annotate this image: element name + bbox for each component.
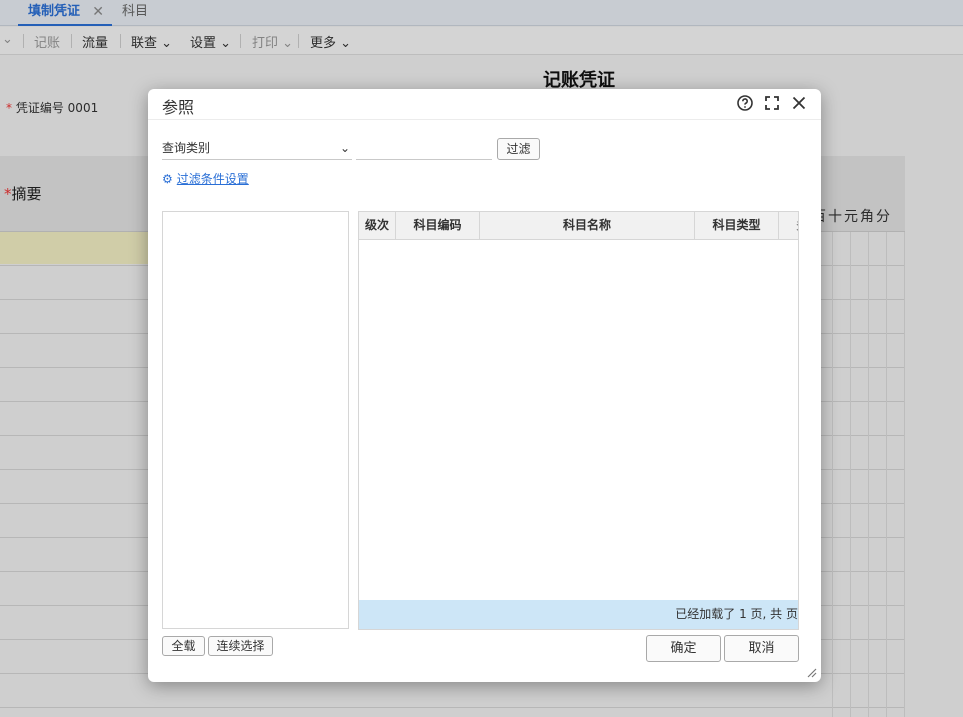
filter-keyword-input[interactable] [356, 136, 492, 160]
filter-settings-link[interactable]: ⚙ 过滤条件设置 [162, 170, 249, 187]
continuous-select-button[interactable]: 连续选择 [208, 636, 273, 656]
gear-icon: ⚙ [162, 172, 173, 186]
filter-button[interactable]: 过滤 [497, 138, 540, 160]
grid-status-bar: 已经加载了 1 页, 共 页 [359, 600, 798, 629]
maximize-icon[interactable] [763, 94, 781, 112]
column-header-level[interactable]: 级次 [359, 212, 396, 240]
reference-dialog: 参照 查询类别 ⌄ 过滤 ⚙过滤条件设置 级次 科目编码 科目名称 科目类型 多… [148, 89, 821, 682]
ok-button[interactable]: 确定 [646, 635, 721, 662]
query-category-select[interactable]: 查询类别 ⌄ [162, 136, 352, 160]
category-tree-panel[interactable] [162, 211, 349, 629]
grid-header-row: 级次 科目编码 科目名称 科目类型 多 [359, 212, 798, 240]
query-category-value: 查询类别 [162, 141, 211, 155]
column-header-account-type[interactable]: 科目类型 [695, 212, 779, 240]
column-header-more[interactable]: 多 [779, 212, 798, 240]
dialog-title: 参照 [162, 98, 195, 117]
column-header-account-code[interactable]: 科目编码 [396, 212, 480, 240]
account-grid: 级次 科目编码 科目名称 科目类型 多 已经加载了 1 页, 共 页 [358, 211, 799, 630]
resize-handle-icon[interactable] [805, 666, 817, 678]
select-all-button[interactable]: 全载 [162, 636, 205, 656]
close-icon[interactable] [790, 94, 808, 112]
column-header-account-name[interactable]: 科目名称 [480, 212, 695, 240]
chevron-down-icon: ⌄ [339, 141, 350, 155]
dialog-header: 参照 [148, 89, 821, 120]
cancel-button[interactable]: 取消 [724, 635, 799, 662]
help-icon[interactable] [736, 94, 754, 112]
filter-settings-label: 过滤条件设置 [176, 172, 249, 186]
